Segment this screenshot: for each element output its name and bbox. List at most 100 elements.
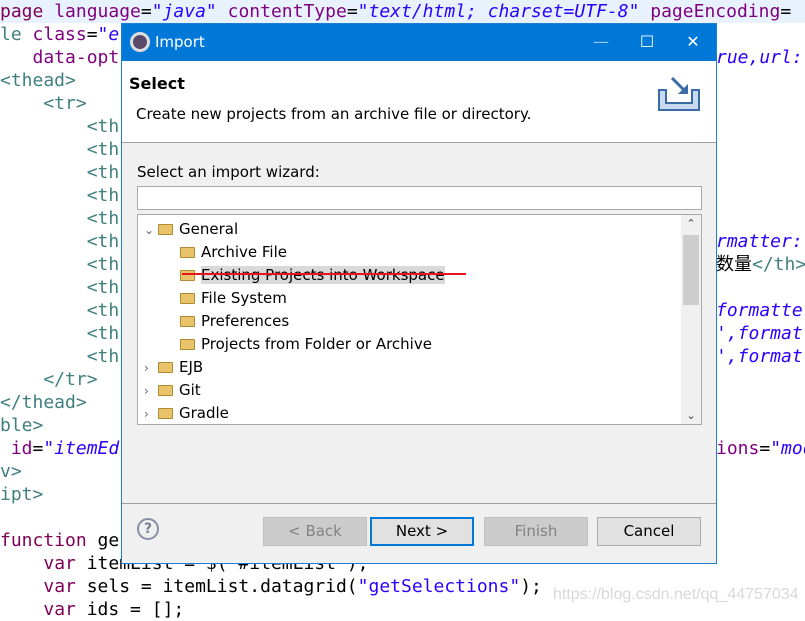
next-button[interactable]: Next > bbox=[370, 517, 474, 546]
code-token: <th bbox=[0, 277, 120, 298]
folder-icon bbox=[180, 339, 195, 350]
code-token: ions bbox=[716, 438, 760, 459]
code-token: ipt> bbox=[0, 484, 44, 505]
code-token: "mod bbox=[770, 438, 805, 459]
code-token: = bbox=[780, 1, 792, 22]
tree-item-archive-file[interactable]: Archive File bbox=[180, 241, 287, 263]
code-token: <th bbox=[0, 231, 120, 252]
eclipse-icon bbox=[130, 32, 150, 52]
tree-item-label: Projects from Folder or Archive bbox=[201, 335, 432, 353]
tree-item-label: Archive File bbox=[201, 243, 287, 261]
folder-open-icon bbox=[158, 224, 173, 235]
close-button[interactable]: ✕ bbox=[670, 28, 716, 56]
code-token: page bbox=[0, 1, 55, 22]
folder-open-icon bbox=[158, 385, 173, 396]
maximize-button[interactable]: ☐ bbox=[624, 28, 670, 56]
code-token: le bbox=[0, 24, 33, 45]
tree-item-gradle[interactable]: › Gradle bbox=[144, 402, 229, 424]
code-token: <tr> bbox=[0, 93, 87, 114]
code-token: <th bbox=[0, 162, 120, 183]
archive-icon bbox=[180, 247, 195, 258]
wizard-filter-input[interactable] bbox=[137, 186, 702, 210]
code-token: v> bbox=[0, 461, 22, 482]
tree-item-label: Preferences bbox=[201, 312, 290, 330]
import-banner-icon bbox=[658, 76, 700, 111]
wizard-header: Select Create new projects from an archi… bbox=[122, 61, 716, 143]
code-token: = bbox=[759, 438, 771, 459]
project-folder-icon bbox=[180, 270, 195, 281]
code-token: formatte bbox=[716, 300, 803, 321]
tree-item-label: File System bbox=[201, 289, 287, 307]
code-token: "itemEd bbox=[43, 438, 120, 459]
code-token: = bbox=[86, 24, 98, 45]
wizard-tree: ⌄ General Archive File Existing Projects in… bbox=[137, 214, 702, 425]
scroll-up-icon[interactable]: ⌃ bbox=[681, 217, 701, 230]
tree-item-label: EJB bbox=[179, 358, 204, 376]
scrollbar-thumb[interactable] bbox=[683, 235, 699, 305]
code-token: = bbox=[140, 1, 152, 22]
help-icon[interactable]: ? bbox=[137, 518, 159, 540]
code-token: ble> bbox=[0, 415, 44, 436]
tree-item-preferences[interactable]: Preferences bbox=[180, 310, 289, 332]
tree-item-general[interactable]: ⌄ General bbox=[144, 218, 238, 240]
code-token: <th bbox=[0, 139, 120, 160]
header-title: Select bbox=[129, 74, 185, 93]
cancel-button[interactable]: Cancel bbox=[597, 517, 701, 546]
code-token: "java" bbox=[151, 1, 217, 22]
code-token: <th bbox=[0, 346, 120, 367]
tree-item-ejb[interactable]: › EJB bbox=[144, 356, 203, 378]
code-token: sels = itemList.datagrid( bbox=[75, 576, 358, 597]
code-line-fragment: ',format bbox=[716, 322, 803, 345]
code-token: = bbox=[32, 438, 44, 459]
folder-open-icon bbox=[158, 408, 173, 419]
tree-scrollbar[interactable]: ⌃ ⌄ bbox=[681, 215, 701, 424]
preferences-icon bbox=[180, 316, 195, 327]
header-description: Create new projects from an archive file… bbox=[136, 105, 532, 123]
code-token: 数量 bbox=[716, 254, 752, 275]
code-token: <th bbox=[0, 254, 120, 275]
watermark: https://blog.csdn.net/qq_44757034 bbox=[553, 586, 799, 603]
footer-separator bbox=[122, 503, 716, 504]
tree-item-existing-projects-into-workspace[interactable]: Existing Projects into Workspace bbox=[180, 264, 445, 286]
chevron-down-icon[interactable]: ⌄ bbox=[144, 219, 158, 241]
code-token: var bbox=[43, 576, 76, 597]
code-token: <th bbox=[0, 208, 120, 229]
folder-open-icon bbox=[158, 362, 173, 373]
import-dialog: Import — ☐ ✕ Select Create new projects … bbox=[121, 23, 717, 564]
code-line-fragment: rue,url: bbox=[716, 46, 803, 69]
code-line: page language="java" contentType="text/h… bbox=[0, 0, 805, 23]
code-token: <th bbox=[0, 300, 120, 321]
code-token: <thead> bbox=[0, 70, 76, 91]
code-token: = bbox=[346, 1, 358, 22]
code-token: "e bbox=[97, 24, 120, 45]
code-token: <th bbox=[0, 323, 120, 344]
code-line-fragment: ions="mod bbox=[716, 437, 805, 460]
tree-item-projects-from-folder-or-archive[interactable]: Projects from Folder or Archive bbox=[180, 333, 432, 355]
dialog-title: Import bbox=[155, 33, 205, 51]
folder-icon bbox=[180, 293, 195, 304]
code-token: ); bbox=[520, 576, 542, 597]
chevron-right-icon[interactable]: › bbox=[144, 380, 158, 402]
code-token: var bbox=[43, 599, 76, 620]
code-token: ',format bbox=[716, 346, 803, 367]
code-token: pageEncoding bbox=[639, 1, 781, 22]
code-token: data-opt bbox=[0, 47, 120, 68]
tree-item-git[interactable]: › Git bbox=[144, 379, 201, 401]
chevron-right-icon[interactable]: › bbox=[144, 357, 158, 379]
code-token: "text/html; charset=UTF-8" bbox=[357, 1, 640, 22]
scroll-down-icon[interactable]: ⌄ bbox=[681, 409, 701, 422]
tree-item-label: Gradle bbox=[179, 404, 229, 422]
finish-button[interactable]: Finish bbox=[484, 517, 588, 546]
title-bar: Import — ☐ ✕ bbox=[122, 24, 716, 61]
code-token: ',format bbox=[716, 323, 803, 344]
code-token: id bbox=[0, 438, 33, 459]
red-annotation-underline bbox=[182, 273, 466, 275]
back-button[interactable]: < Back bbox=[263, 517, 367, 546]
chevron-right-icon[interactable]: › bbox=[144, 403, 158, 424]
code-token: class bbox=[32, 24, 87, 45]
minimize-button[interactable]: — bbox=[578, 28, 624, 56]
tree-item-file-system[interactable]: File System bbox=[180, 287, 287, 309]
